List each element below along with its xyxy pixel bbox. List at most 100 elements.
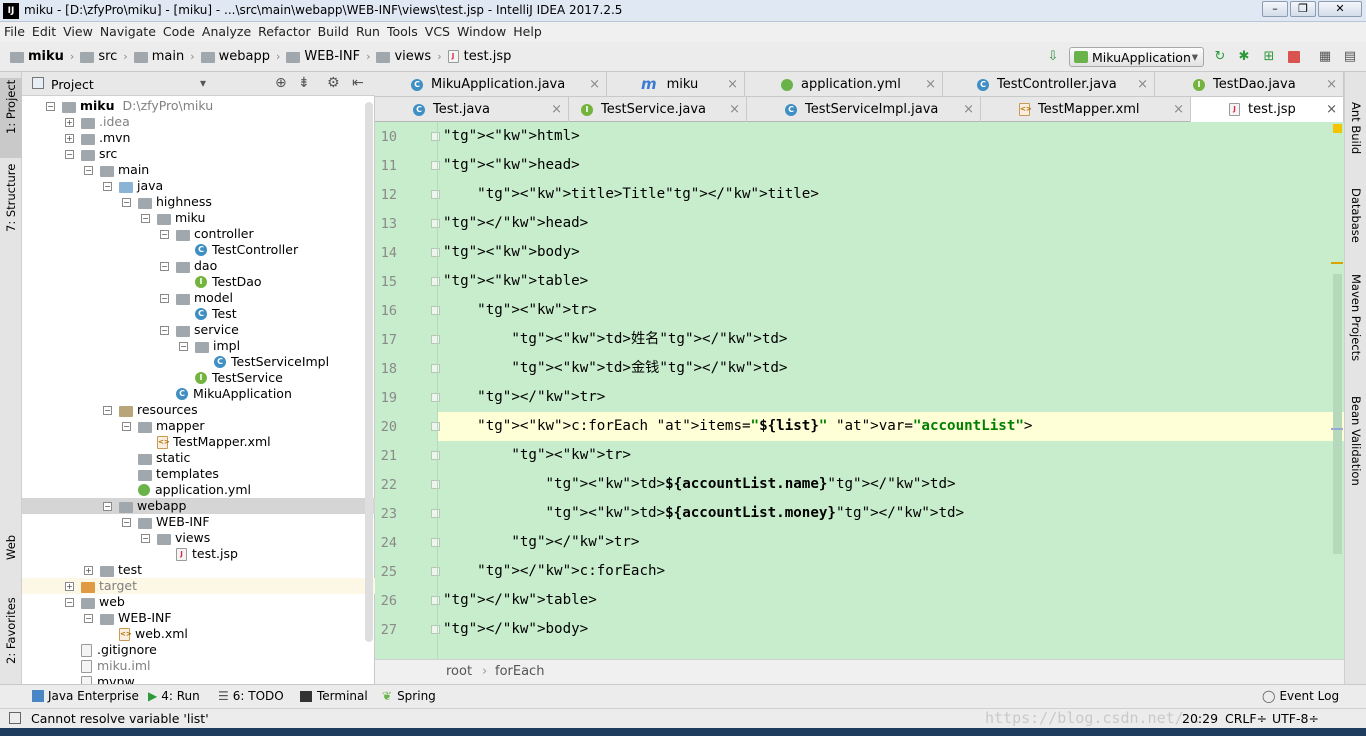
tool-todo[interactable]: ☰ 6: TODO bbox=[218, 689, 284, 703]
tab-application-yml[interactable]: application.yml × bbox=[745, 72, 943, 97]
tool-terminal[interactable]: Terminal bbox=[300, 689, 368, 703]
tab-maven-projects[interactable]: Maven Projects bbox=[1349, 274, 1363, 361]
hide-panel-icon[interactable]: ⇤ bbox=[352, 75, 364, 91]
tab-web[interactable]: Web bbox=[4, 535, 18, 560]
expand-toggle-icon[interactable]: + bbox=[84, 566, 93, 575]
tree-item[interactable]: − mapper bbox=[22, 418, 375, 434]
menu-view[interactable]: View bbox=[59, 22, 96, 39]
collapse-toggle-icon[interactable]: − bbox=[160, 326, 169, 335]
close-icon[interactable]: × bbox=[727, 72, 738, 97]
close-icon[interactable]: × bbox=[925, 72, 936, 97]
sdk-icon[interactable]: ▤ bbox=[1343, 50, 1357, 64]
coverage-icon[interactable]: ⊞ bbox=[1262, 50, 1276, 64]
tree-item[interactable]: templates bbox=[22, 466, 375, 482]
expand-toggle-icon[interactable]: + bbox=[65, 582, 74, 591]
collapse-toggle-icon[interactable]: − bbox=[160, 230, 169, 239]
crumb-foreach[interactable]: forEach bbox=[495, 664, 544, 679]
expand-toggle-icon[interactable]: + bbox=[65, 118, 74, 127]
close-icon[interactable]: × bbox=[551, 97, 562, 122]
tree-item[interactable]: static bbox=[22, 450, 375, 466]
stop-icon[interactable] bbox=[1288, 51, 1300, 63]
error-marker[interactable] bbox=[1331, 428, 1343, 430]
tree-item[interactable]: <> web.xml bbox=[22, 626, 375, 642]
close-icon[interactable]: × bbox=[729, 97, 740, 122]
tree-item[interactable]: − dao bbox=[22, 258, 375, 274]
collapse-toggle-icon[interactable]: − bbox=[160, 262, 169, 271]
crumb-src[interactable]: src bbox=[98, 49, 117, 64]
tree-item[interactable]: mvnw bbox=[22, 674, 375, 684]
project-panel-title[interactable]: Project bbox=[51, 77, 94, 92]
collapse-toggle-icon[interactable]: − bbox=[103, 182, 112, 191]
menu-refactor[interactable]: Refactor bbox=[254, 22, 313, 39]
tree-item[interactable]: C Test bbox=[22, 306, 375, 322]
tab-ant-build[interactable]: Ant Build bbox=[1349, 102, 1363, 154]
tree-item[interactable]: I TestDao bbox=[22, 274, 375, 290]
project-structure-icon[interactable]: ▦ bbox=[1318, 50, 1332, 64]
collapse-toggle-icon[interactable]: − bbox=[65, 598, 74, 607]
tree-item[interactable]: − resources bbox=[22, 402, 375, 418]
tab-test-java[interactable]: C Test.java × bbox=[375, 97, 569, 122]
collapse-toggle-icon[interactable]: − bbox=[46, 102, 55, 111]
editor-scrollbar[interactable] bbox=[1333, 274, 1342, 554]
locate-icon[interactable]: ⊕ bbox=[275, 75, 287, 91]
tab-project[interactable]: 1: Project bbox=[4, 80, 18, 134]
menu-edit[interactable]: Edit bbox=[28, 22, 59, 39]
rerun-icon[interactable]: ↻ bbox=[1213, 50, 1227, 64]
menu-tools[interactable]: Tools bbox=[383, 22, 421, 39]
tool-java-enterprise[interactable]: Java Enterprise bbox=[32, 689, 139, 703]
menu-file[interactable]: File bbox=[0, 22, 28, 39]
close-window-button[interactable]: ✕ bbox=[1318, 1, 1362, 17]
collapse-toggle-icon[interactable]: − bbox=[122, 198, 131, 207]
tab-testservice-java[interactable]: I TestService.java × bbox=[569, 97, 747, 122]
tab-mikuapplication-java[interactable]: C MikuApplication.java × bbox=[375, 72, 607, 97]
tab-testdao-java[interactable]: I TestDao.java × bbox=[1155, 72, 1344, 97]
crumb-test-jsp[interactable]: test.jsp bbox=[464, 49, 512, 64]
collapse-toggle-icon[interactable]: − bbox=[141, 534, 150, 543]
file-encoding[interactable]: UTF-8÷ bbox=[1272, 711, 1319, 726]
tree-item[interactable]: − src bbox=[22, 146, 375, 162]
tree-item[interactable]: − web bbox=[22, 594, 375, 610]
tree-item[interactable]: + target bbox=[22, 578, 375, 594]
tool-run[interactable]: ▶ 4: Run bbox=[148, 689, 200, 703]
crumb-webapp[interactable]: webapp bbox=[219, 49, 270, 64]
menu-code[interactable]: Code bbox=[159, 22, 198, 39]
tree-item[interactable]: .gitignore bbox=[22, 642, 375, 658]
close-icon[interactable]: × bbox=[1173, 97, 1184, 122]
minimize-button[interactable]: – bbox=[1262, 1, 1288, 17]
collapse-toggle-icon[interactable]: − bbox=[103, 502, 112, 511]
tree-item[interactable]: application.yml bbox=[22, 482, 375, 498]
chevron-down-icon[interactable]: ▾ bbox=[200, 76, 206, 90]
close-icon[interactable]: × bbox=[589, 72, 600, 97]
collapse-toggle-icon[interactable]: − bbox=[65, 150, 74, 159]
tab-database[interactable]: Database bbox=[1349, 188, 1363, 243]
tree-item[interactable]: − webapp bbox=[22, 498, 375, 514]
tree-item[interactable]: + test bbox=[22, 562, 375, 578]
inspection-warning-icon[interactable] bbox=[1333, 124, 1342, 133]
tab-testserviceimpl-java[interactable]: C TestServiceImpl.java × bbox=[747, 97, 981, 122]
tool-spring[interactable]: ❦ Spring bbox=[382, 689, 436, 703]
tree-item[interactable]: − java bbox=[22, 178, 375, 194]
tree-item[interactable]: − model bbox=[22, 290, 375, 306]
debug-icon[interactable]: ✱ bbox=[1237, 50, 1251, 64]
tree-item[interactable]: − service bbox=[22, 322, 375, 338]
tree-item[interactable]: − main bbox=[22, 162, 375, 178]
tree-item[interactable]: + .mvn bbox=[22, 130, 375, 146]
tab-miku-pom[interactable]: m miku × bbox=[607, 72, 745, 97]
tree-item[interactable]: C TestServiceImpl bbox=[22, 354, 375, 370]
crumb-views[interactable]: views bbox=[394, 49, 431, 64]
crumb-root[interactable]: root bbox=[446, 664, 472, 679]
tree-item[interactable]: Jtest.jsp bbox=[22, 546, 375, 562]
run-config-selector[interactable]: MikuApplication ▾ bbox=[1069, 47, 1204, 67]
tab-test-jsp[interactable]: Jtest.jsp × bbox=[1191, 97, 1344, 122]
collapse-toggle-icon[interactable]: − bbox=[84, 614, 93, 623]
collapse-toggle-icon[interactable]: − bbox=[179, 342, 188, 351]
menu-vcs[interactable]: VCS bbox=[421, 22, 453, 39]
tree-scrollbar[interactable] bbox=[365, 102, 373, 642]
tree-item[interactable]: + .idea bbox=[22, 114, 375, 130]
tree-item[interactable]: − miku bbox=[22, 210, 375, 226]
warning-marker[interactable] bbox=[1331, 262, 1343, 264]
tree-item[interactable]: − views bbox=[22, 530, 375, 546]
tab-bean-validation[interactable]: Bean Validation bbox=[1349, 396, 1363, 486]
expand-toggle-icon[interactable]: + bbox=[65, 134, 74, 143]
menu-build[interactable]: Build bbox=[314, 22, 352, 39]
